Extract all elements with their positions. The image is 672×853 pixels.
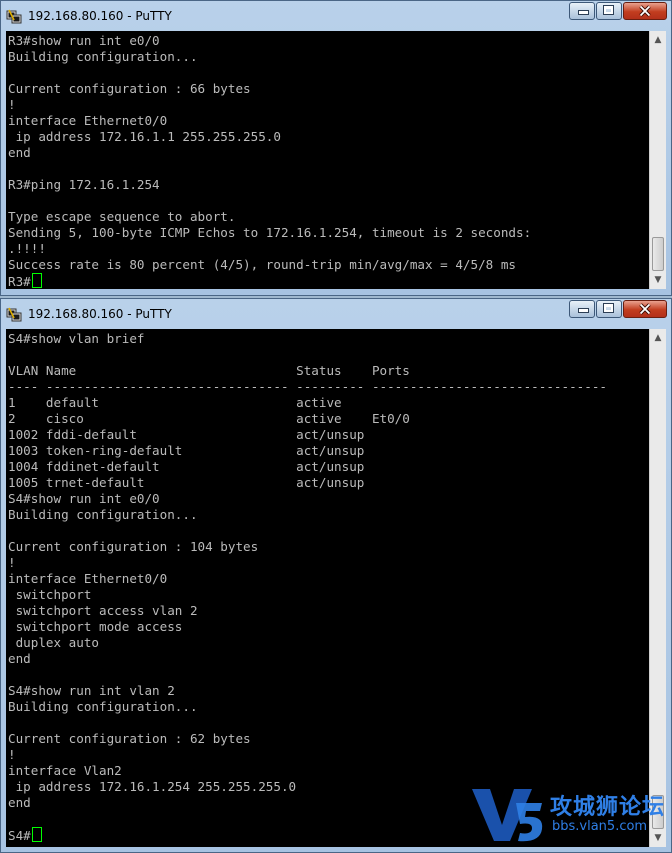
minimize-icon xyxy=(578,308,589,313)
terminal-line: Success rate is 80 percent (4/5), round-… xyxy=(8,257,516,272)
terminal-line: ! xyxy=(8,97,16,112)
terminal-prompt: S4# xyxy=(8,828,31,843)
scroll-down-icon[interactable]: ▼ xyxy=(652,273,664,287)
terminal-line: R3#show run int e0/0 xyxy=(8,33,160,48)
terminal-line: 1002 fddi-default act/unsup xyxy=(8,427,365,442)
scroll-up-icon[interactable]: ▲ xyxy=(652,33,664,47)
terminal-line: Current configuration : 62 bytes xyxy=(8,731,251,746)
terminal-line: switchport xyxy=(8,587,92,602)
minimize-button[interactable] xyxy=(569,2,595,20)
vertical-scrollbar[interactable]: ▲ ▼ xyxy=(649,329,666,847)
terminal-area[interactable]: R3#show run int e0/0 Building configurati… xyxy=(6,31,649,289)
terminal-line: 1005 trnet-default act/unsup xyxy=(8,475,365,490)
terminal-line: 1004 fddinet-default act/unsup xyxy=(8,459,365,474)
putty-window-r3[interactable]: 192.168.80.160 - PuTTY R3#show run int e… xyxy=(0,0,672,296)
close-button[interactable] xyxy=(623,300,667,318)
watermark-url: bbs.vlan5.com xyxy=(552,819,648,834)
terminal-line: Type escape sequence to abort. xyxy=(8,209,236,224)
window-title: 192.168.80.160 - PuTTY xyxy=(28,307,172,321)
terminal-line: switchport access vlan 2 xyxy=(8,603,198,618)
terminal-line: Building configuration... xyxy=(8,49,198,64)
close-icon xyxy=(639,5,651,17)
scroll-thumb[interactable] xyxy=(652,237,664,271)
terminal-line: switchport mode access xyxy=(8,619,183,634)
window-controls xyxy=(568,300,667,319)
terminal-line: interface Ethernet0/0 xyxy=(8,571,168,586)
prompt-line[interactable]: R3# xyxy=(8,273,649,289)
terminal-output: R3#show run int e0/0 Building configurati… xyxy=(6,31,649,289)
maximize-button[interactable] xyxy=(596,2,622,20)
terminal-line: 1003 token-ring-default act/unsup xyxy=(8,443,365,458)
terminal-line: Sending 5, 100-byte ICMP Echos to 172.16… xyxy=(8,225,532,240)
terminal-line: ---- -------------------------------- --… xyxy=(8,379,607,394)
putty-app-icon[interactable] xyxy=(6,306,22,322)
terminal-line: VLAN Name Status Ports xyxy=(8,363,410,378)
terminal-line: ! xyxy=(8,555,16,570)
window-title: 192.168.80.160 - PuTTY xyxy=(28,9,172,23)
terminal-line: S4#show run int e0/0 xyxy=(8,491,160,506)
close-icon xyxy=(639,303,651,315)
terminal-line: end xyxy=(8,145,31,160)
close-button[interactable] xyxy=(623,2,667,20)
title-bar[interactable]: 192.168.80.160 - PuTTY xyxy=(1,299,671,329)
terminal-line: duplex auto xyxy=(8,635,99,650)
site-watermark: 攻城狮论坛 bbs.vlan5.com xyxy=(470,785,670,849)
terminal-line: .!!!! xyxy=(8,241,46,256)
terminal-line: 2 cisco active Et0/0 xyxy=(8,411,410,426)
text-cursor xyxy=(31,827,42,842)
terminal-line: Current configuration : 66 bytes xyxy=(8,81,251,96)
terminal-line: interface Vlan2 xyxy=(8,763,122,778)
terminal-line: end xyxy=(8,651,31,666)
maximize-button[interactable] xyxy=(596,300,622,318)
v5-logo-icon xyxy=(472,789,543,842)
putty-app-icon[interactable] xyxy=(6,8,22,24)
minimize-button[interactable] xyxy=(569,300,595,318)
title-bar[interactable]: 192.168.80.160 - PuTTY xyxy=(1,1,671,31)
terminal-line: ip address 172.16.1.1 255.255.255.0 xyxy=(8,129,281,144)
terminal-line: Building configuration... xyxy=(8,507,198,522)
terminal-line: Current configuration : 104 bytes xyxy=(8,539,259,554)
terminal-line: Building configuration... xyxy=(8,699,198,714)
scroll-up-icon[interactable]: ▲ xyxy=(652,331,664,345)
terminal-prompt: R3# xyxy=(8,274,31,289)
terminal-line: R3#ping 172.16.1.254 xyxy=(8,177,160,192)
terminal-output: S4#show vlan brief VLAN Name Status Ports… xyxy=(6,329,649,843)
terminal-line: 1 default active xyxy=(8,395,342,410)
terminal-line: ! xyxy=(8,747,16,762)
minimize-icon xyxy=(578,10,589,15)
terminal-line: S4#show run int vlan 2 xyxy=(8,683,175,698)
vertical-scrollbar[interactable]: ▲ ▼ xyxy=(649,31,666,289)
putty-window-s4[interactable]: 192.168.80.160 - PuTTY S4#show vlan brie… xyxy=(0,298,672,853)
terminal-area[interactable]: S4#show vlan brief VLAN Name Status Ports… xyxy=(6,329,649,847)
terminal-line: S4#show vlan brief xyxy=(8,331,145,346)
window-controls xyxy=(568,2,667,21)
maximize-icon xyxy=(603,5,614,15)
watermark-title: 攻城狮论坛 xyxy=(550,795,666,820)
maximize-icon xyxy=(603,303,614,313)
text-cursor xyxy=(31,273,42,288)
terminal-line: interface Ethernet0/0 xyxy=(8,113,168,128)
